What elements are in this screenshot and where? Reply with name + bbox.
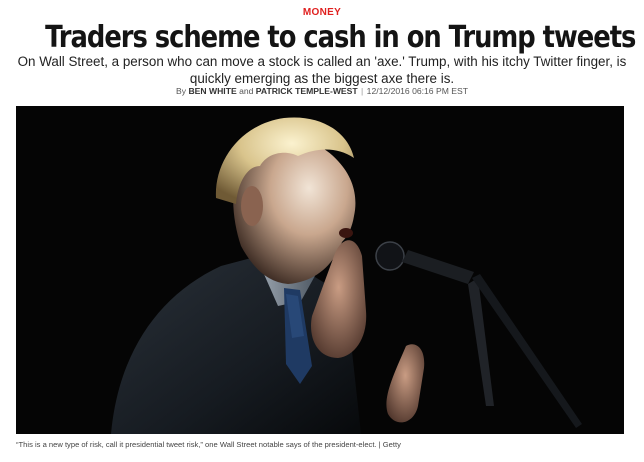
article-headline: Traders scheme to cash in on Trump tweet… <box>45 20 636 55</box>
byline: By BEN WHITE and PATRICK TEMPLE-WEST | 1… <box>0 86 644 96</box>
section-label-link[interactable]: MONEY <box>0 7 644 18</box>
article-photo[interactable] <box>16 106 624 434</box>
author-link-2[interactable]: PATRICK TEMPLE-WEST <box>256 86 358 96</box>
byline-conjunction: and <box>239 86 254 96</box>
byline-timestamp: 12/12/2016 06:16 PM EST <box>366 86 468 96</box>
byline-separator: | <box>361 86 364 96</box>
author-link-1[interactable]: BEN WHITE <box>188 86 236 96</box>
photo-caption: “This is a new type of risk, call it pre… <box>16 440 401 449</box>
article-dek: On Wall Street, a person who can move a … <box>17 54 627 86</box>
speaker-photo-illustration <box>111 117 582 434</box>
byline-prefix: By <box>176 86 187 96</box>
